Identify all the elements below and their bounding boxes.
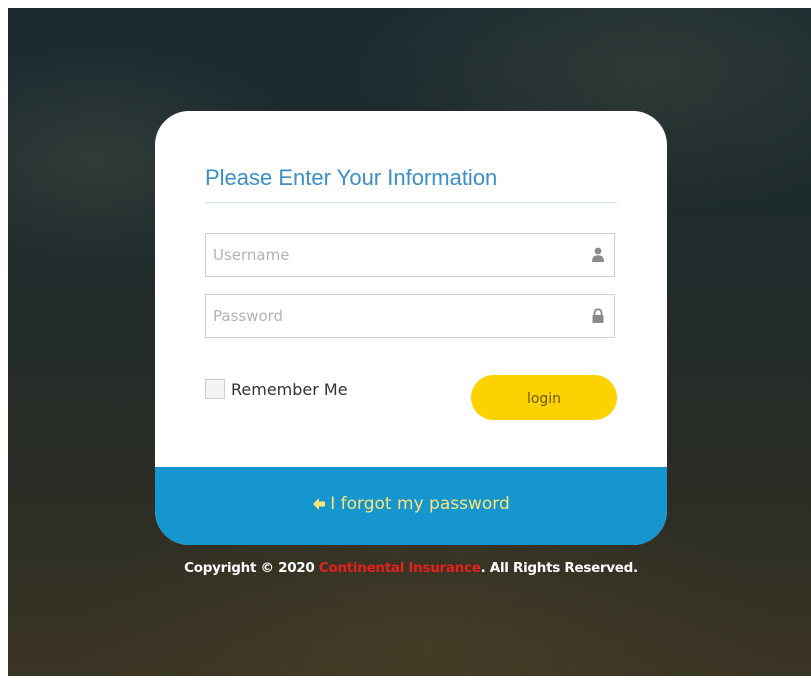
forgot-password-link[interactable]: I forgot my password <box>155 467 667 545</box>
login-card: Please Enter Your Information Remember M… <box>155 111 667 545</box>
login-button[interactable]: login <box>471 375 617 420</box>
lock-icon <box>592 308 604 323</box>
copyright-prefix: Copyright © 2020 <box>184 560 319 576</box>
remember-me-label: Remember Me <box>231 379 348 399</box>
password-input[interactable] <box>206 295 583 337</box>
arrow-left-icon <box>313 498 326 510</box>
remember-me-checkbox[interactable]: Remember Me <box>205 376 348 402</box>
checkbox-box[interactable] <box>205 379 225 399</box>
username-input[interactable] <box>206 234 583 276</box>
password-field[interactable] <box>205 294 615 338</box>
title-divider <box>205 202 617 203</box>
user-icon <box>592 247 604 262</box>
copyright-text: Copyright © 2020 Continental Insurance. … <box>155 555 667 581</box>
copyright-suffix: . All Rights Reserved. <box>480 560 639 576</box>
form-title: Please Enter Your Information <box>205 165 498 190</box>
username-field[interactable] <box>205 233 615 277</box>
forgot-password-label: I forgot my password <box>330 494 510 514</box>
company-name: Continental Insurance <box>318 560 481 576</box>
